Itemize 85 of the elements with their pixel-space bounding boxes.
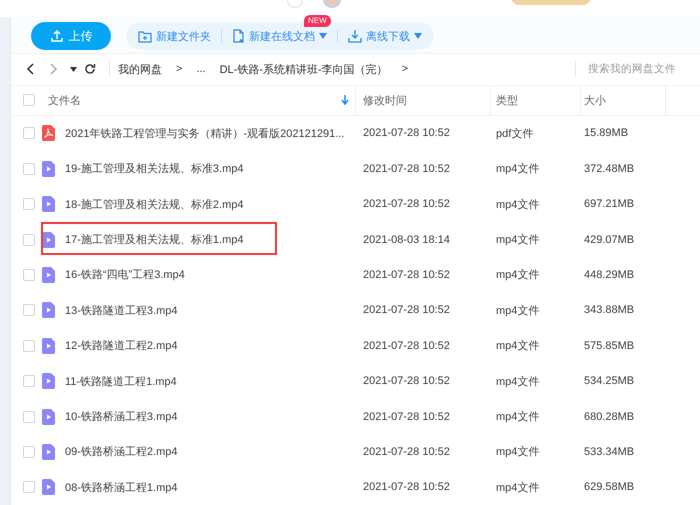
modified-time: 2021-07-28 10:52 <box>363 446 450 458</box>
column-header[interactable]: 文件名 <box>48 92 81 108</box>
file-size: 575.85MB <box>584 340 634 352</box>
row-checkbox[interactable] <box>23 446 35 458</box>
video-file-icon <box>42 232 55 248</box>
row-checkbox[interactable] <box>23 198 35 210</box>
file-size: 429.07MB <box>584 234 634 246</box>
video-file-icon <box>42 160 55 177</box>
sort-arrow-icon[interactable] <box>341 95 349 106</box>
folder-icon <box>138 30 152 43</box>
file-name[interactable]: 08-铁路桥涵工程1.mp4 <box>65 480 178 495</box>
doc-icon <box>232 29 245 44</box>
file-name[interactable]: 18-施工管理及相关法规、标准2.mp4 <box>65 196 244 212</box>
file-type: mp4文件 <box>496 374 540 389</box>
file-name[interactable]: 12-铁路隧道工程2.mp4 <box>65 338 178 354</box>
file-name[interactable]: 2021年铁路工程管理与实务（精讲）-观看版202121291... <box>65 126 344 141</box>
video-file-icon <box>42 266 55 283</box>
breadcrumb-item[interactable]: 我的网盘 <box>118 62 162 77</box>
file-name[interactable]: 16-铁路“四电”工程3.mp4 <box>65 267 185 282</box>
modified-time: 2021-08-03 18:14 <box>363 234 450 246</box>
file-size: 629.58MB <box>584 481 634 494</box>
file-size: 680.28MB <box>584 410 634 423</box>
column-header[interactable]: 类型 <box>496 92 518 108</box>
upload-icon <box>50 29 64 44</box>
modified-time: 2021-07-28 10:52 <box>363 127 450 140</box>
video-file-icon <box>42 408 55 425</box>
file-name[interactable]: 13-铁路隧道工程3.mp4 <box>65 302 178 318</box>
modified-time: 2021-07-28 10:52 <box>363 410 450 423</box>
modified-time: 2021-07-28 10:52 <box>363 162 450 175</box>
modified-time: 2021-07-28 10:52 <box>363 304 450 316</box>
video-file-icon <box>42 373 55 390</box>
video-file-icon <box>42 444 55 460</box>
modified-time: 2021-07-28 10:52 <box>363 340 450 352</box>
file-size: 697.21MB <box>584 198 634 210</box>
file-type: mp4文件 <box>496 338 540 354</box>
breadcrumb-separator[interactable]: > <box>402 63 408 76</box>
file-size: 534.25MB <box>584 375 634 388</box>
file-name[interactable]: 17-施工管理及相关法规、标准1.mp4 <box>65 232 244 248</box>
select-all-checkbox[interactable] <box>23 94 35 106</box>
file-type: mp4文件 <box>496 410 540 424</box>
video-file-icon <box>42 302 55 318</box>
row-checkbox[interactable] <box>23 268 35 281</box>
row-checkbox[interactable] <box>23 481 35 494</box>
breadcrumb-separator[interactable]: > <box>176 63 182 76</box>
column-header[interactable]: 修改时间 <box>363 92 407 108</box>
row-checkbox[interactable] <box>23 234 35 246</box>
file-type: mp4文件 <box>496 444 540 460</box>
download-icon <box>348 29 362 44</box>
file-type: mp4文件 <box>496 162 540 176</box>
caret-icon <box>414 33 422 40</box>
file-type: mp4文件 <box>496 480 540 495</box>
file-size: 343.88MB <box>584 304 634 316</box>
file-size: 372.48MB <box>584 162 634 175</box>
file-type: mp4文件 <box>496 268 540 282</box>
file-name[interactable]: 11-铁路隧道工程1.mp4 <box>65 374 177 389</box>
file-name[interactable]: 19-施工管理及相关法规、标准3.mp4 <box>65 161 244 176</box>
row-checkbox[interactable] <box>23 375 35 388</box>
video-file-icon <box>42 338 55 354</box>
video-file-icon <box>42 479 55 496</box>
file-size: 533.34MB <box>584 446 634 458</box>
row-checkbox[interactable] <box>23 304 35 316</box>
video-file-icon <box>42 196 55 212</box>
file-type: pdf文件 <box>496 126 534 141</box>
file-type: mp4文件 <box>496 304 540 318</box>
column-header[interactable]: 大小 <box>584 92 606 108</box>
pdf-file-icon <box>42 125 55 142</box>
caret-icon <box>319 33 327 40</box>
modified-time: 2021-07-28 10:52 <box>363 375 450 388</box>
row-checkbox[interactable] <box>23 410 35 423</box>
row-checkbox[interactable] <box>23 162 35 175</box>
modified-time: 2021-07-28 10:52 <box>363 198 450 210</box>
breadcrumb-separator[interactable]: ... <box>196 63 206 76</box>
search-field[interactable]: 搜索我的网盘文件 <box>586 62 690 76</box>
new-badge: NEW <box>304 14 331 27</box>
file-name[interactable]: 10-铁路桥涵工程3.mp4 <box>65 409 178 424</box>
modified-time: 2021-07-28 10:52 <box>363 481 450 494</box>
breadcrumb-separator[interactable]: DL-铁路-系统精讲班-李向国（完） <box>220 62 388 77</box>
row-checkbox[interactable] <box>23 127 35 140</box>
file-type: mp4文件 <box>496 198 540 212</box>
modified-time: 2021-07-28 10:52 <box>363 268 450 281</box>
row-checkbox[interactable] <box>23 340 35 352</box>
file-name[interactable]: 09-铁路桥涵工程2.mp4 <box>65 444 178 460</box>
file-size: 15.89MB <box>584 127 628 140</box>
file-size: 448.29MB <box>584 268 634 281</box>
file-type: mp4文件 <box>496 232 540 248</box>
